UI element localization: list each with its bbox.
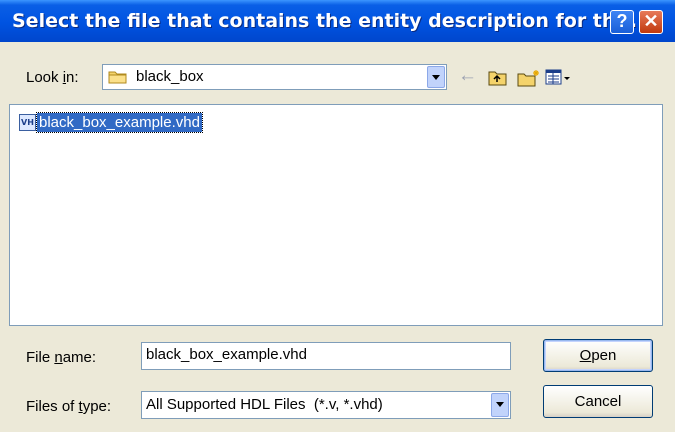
chevron-down-icon[interactable] — [427, 66, 445, 88]
help-icon: ? — [616, 11, 628, 31]
title-bar[interactable]: Select the file that contains the entity… — [0, 0, 675, 42]
filename-input[interactable]: black_box_example.vhd — [141, 342, 511, 370]
filename-label: File name: — [26, 349, 97, 366]
close-icon: ✕ — [643, 11, 659, 31]
help-button[interactable]: ? — [610, 10, 634, 34]
lookin-dropdown[interactable]: black_box — [102, 64, 447, 90]
window-title: Select the file that contains the entity… — [12, 10, 638, 32]
folder-icon — [108, 71, 127, 84]
chevron-down-icon[interactable] — [491, 393, 509, 417]
lookin-value: black_box — [136, 68, 204, 85]
close-button[interactable]: ✕ — [639, 10, 663, 34]
filetype-value: All Supported HDL Files (*.v, *.vhd) — [146, 396, 383, 413]
filetype-label: Files of type: — [26, 398, 112, 415]
back-arrow-icon[interactable]: ← — [458, 65, 477, 86]
filetype-dropdown[interactable]: All Supported HDL Files (*.v, *.vhd) — [141, 391, 511, 419]
list-item[interactable]: VH black_box_example.vhd — [19, 112, 203, 133]
lookin-label: Look in: — [26, 69, 79, 86]
new-folder-icon[interactable] — [516, 68, 542, 88]
open-button[interactable]: Open — [543, 339, 653, 372]
view-menu-icon[interactable] — [545, 68, 573, 88]
up-folder-icon[interactable] — [487, 68, 509, 88]
file-name: black_box_example.vhd — [36, 112, 203, 133]
cancel-button[interactable]: Cancel — [543, 385, 653, 418]
vhd-file-icon: VH — [19, 114, 36, 131]
file-list[interactable]: VH black_box_example.vhd — [9, 104, 663, 326]
